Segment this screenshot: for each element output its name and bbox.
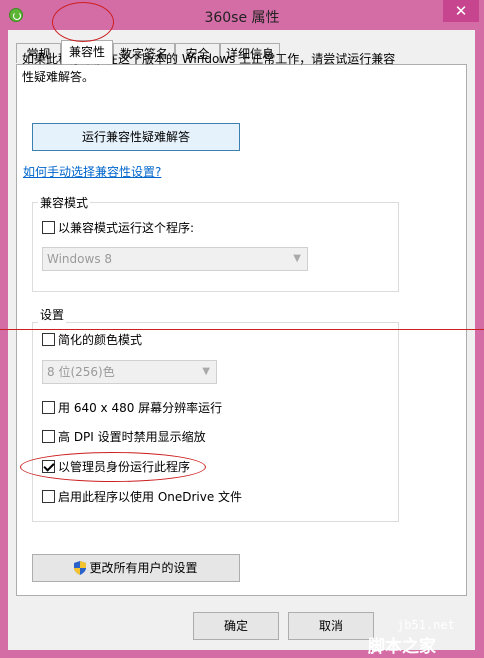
color-mode-value: 8 位(256)色 (47, 365, 115, 379)
tab-compatibility[interactable]: 兼容性 (61, 40, 113, 64)
close-button[interactable]: ✕ (443, 0, 479, 22)
reduced-color-label: 简化的颜色模式 (58, 333, 143, 347)
onedrive-label: 启用此程序以使用 OneDrive 文件 (58, 490, 243, 504)
troubleshoot-button[interactable]: 运行兼容性疑难解答 (32, 123, 240, 151)
dpi-label: 高 DPI 设置时禁用显示缩放 (58, 430, 206, 444)
resolution-checkbox[interactable] (42, 401, 55, 414)
compat-os-select[interactable]: Windows 8 ▼ (42, 247, 308, 271)
annotation-line (0, 329, 484, 330)
tab-highlight-ellipse (52, 2, 114, 42)
onedrive-checkbox[interactable] (42, 490, 55, 503)
resolution-label: 用 640 x 480 屏幕分辨率运行 (58, 401, 223, 415)
all-users-label: 更改所有用户的设置 (89, 561, 198, 575)
watermark-url: jb51.net (397, 618, 455, 632)
cancel-button[interactable]: 取消 (288, 612, 374, 640)
onedrive-row[interactable]: 启用此程序以使用 OneDrive 文件 (42, 489, 242, 505)
compat-mode-title: 兼容模式 (38, 194, 91, 211)
color-mode-select[interactable]: 8 位(256)色 ▼ (42, 360, 217, 384)
resolution-row[interactable]: 用 640 x 480 屏幕分辨率运行 (42, 400, 222, 416)
uac-shield-icon (74, 561, 87, 575)
all-users-button[interactable]: 更改所有用户的设置 (32, 554, 240, 582)
dpi-checkbox[interactable] (42, 430, 55, 443)
dpi-row[interactable]: 高 DPI 设置时禁用显示缩放 (42, 429, 206, 445)
compat-mode-label: 以兼容模式运行这个程序: (58, 221, 195, 235)
manual-settings-link[interactable]: 如何手动选择兼容性设置? (23, 163, 161, 180)
admin-highlight-ellipse (20, 452, 206, 482)
reduced-color-row[interactable]: 简化的颜色模式 (42, 332, 142, 348)
watermark-logo: 脚本之家 (368, 637, 436, 657)
chevron-down-icon: ▼ (202, 366, 210, 377)
compat-mode-row[interactable]: 以兼容模式运行这个程序: (42, 220, 194, 236)
chevron-down-icon: ▼ (293, 253, 301, 264)
compat-mode-checkbox[interactable] (42, 221, 55, 234)
reduced-color-checkbox[interactable] (42, 333, 55, 346)
ok-button[interactable]: 确定 (193, 612, 279, 640)
settings-title: 设置 (38, 306, 67, 323)
compat-os-value: Windows 8 (47, 252, 113, 266)
